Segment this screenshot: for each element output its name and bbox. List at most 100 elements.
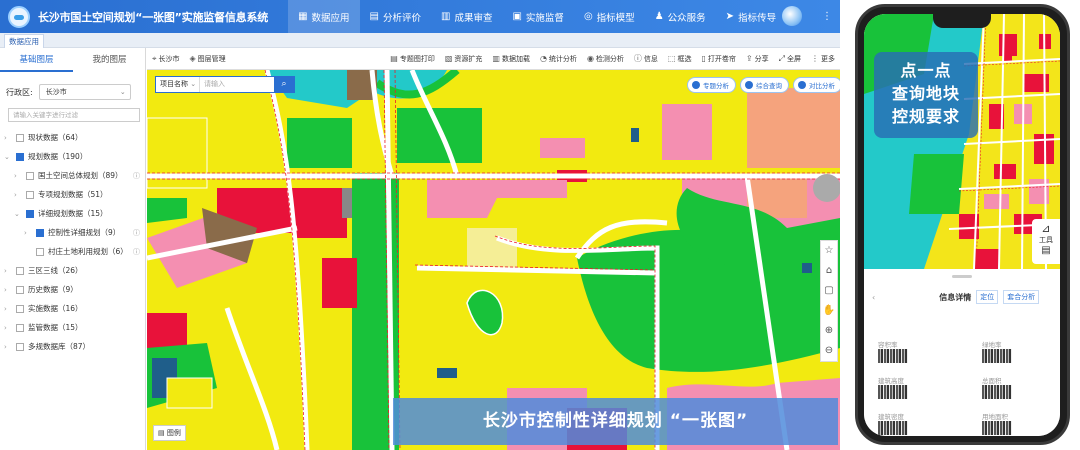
tree-node[interactable]: ⌄ 详细规划数据（15）	[4, 204, 144, 223]
toolbar-item[interactable]: ⬚ 框选	[663, 54, 697, 64]
expand-arrow-icon[interactable]: ⌄	[14, 210, 22, 218]
toolbar-item[interactable]: ⤢ 全屏	[774, 54, 806, 64]
map-tool-icon[interactable]: ☆	[821, 241, 837, 261]
layer-checkbox[interactable]	[36, 247, 44, 256]
toolbar-item[interactable]: ▧ 资源扩充	[440, 54, 488, 64]
tree-node[interactable]: ⌄ 规划数据（190）	[4, 147, 144, 166]
toolbar-item[interactable]: ⓘ 信息	[629, 53, 663, 64]
expand-arrow-icon[interactable]: ›	[4, 343, 12, 351]
tree-node[interactable]: 村庄土地利用规划（6） ⓘ	[4, 242, 144, 261]
nav-item[interactable]: ♟ 公众服务	[645, 0, 716, 33]
analysis-pills: 专题分析 综合查询 对比分析	[683, 77, 840, 93]
tree-node[interactable]: › 控制性详细规划（9） ⓘ	[4, 223, 144, 242]
app-title: 长沙市国土空间规划“一张图”实施监督信息系统	[38, 10, 269, 24]
map-tool-icon[interactable]: ⌂	[821, 261, 837, 281]
more-icon[interactable]: ⋮	[822, 11, 832, 22]
locate-button[interactable]: 定位	[976, 290, 999, 304]
tab-data-app[interactable]: 数据应用	[4, 34, 44, 49]
search-input[interactable]: 请输入	[200, 77, 274, 92]
layer-checkbox[interactable]	[26, 171, 34, 180]
region-select[interactable]: 长沙市 ⌄	[38, 84, 131, 100]
layer-label: 详细规划数据（15）	[38, 209, 108, 218]
attribute-label: 绿地率	[982, 341, 1002, 349]
attribute-value-redacted	[878, 385, 908, 399]
expand-arrow-icon[interactable]: ›	[4, 324, 12, 332]
map-tool-icon[interactable]: ⊕	[821, 321, 837, 341]
nav-item[interactable]: ▣ 实施监督	[502, 0, 573, 33]
layer-checkbox[interactable]	[26, 190, 34, 199]
expand-arrow-icon[interactable]: ›	[4, 134, 12, 142]
layer-checkbox[interactable]	[16, 133, 24, 142]
layer-label: 多规数据库（87）	[28, 342, 91, 351]
layer-checkbox[interactable]	[16, 342, 24, 351]
search-field-select[interactable]: 项目名称 ⌄	[156, 77, 200, 92]
nav-label: 分析评价	[382, 12, 421, 24]
back-icon[interactable]: ‹	[872, 293, 875, 302]
attribute-label: 总面积	[982, 377, 1002, 385]
toolbar-item[interactable]: ◔ 统计分析	[535, 54, 582, 64]
layer-label: 实施数据（16）	[28, 304, 83, 313]
tree-node[interactable]: › 三区三线（26）	[4, 261, 144, 280]
overlay-analysis-button[interactable]: 套合分析	[1003, 290, 1040, 304]
nav-item[interactable]: ◎ 指标模型	[574, 0, 645, 33]
map-tool-icon[interactable]: ⊖	[821, 341, 837, 361]
map-tool-icon[interactable]: ✋	[821, 301, 837, 321]
attribute-value-redacted	[878, 349, 908, 363]
expand-arrow-icon[interactable]: ›	[24, 229, 32, 237]
nav-item[interactable]: ▥ 成果审查	[431, 0, 502, 33]
analysis-pill[interactable]: 综合查询	[740, 77, 789, 93]
analysis-pill[interactable]: 专题分析	[687, 77, 736, 93]
analysis-pill[interactable]: 对比分析	[793, 77, 840, 93]
expand-arrow-icon[interactable]: ›	[4, 305, 12, 313]
phone-map[interactable]: 点一点 查询地块 控规要求 ⊿ 工具 ▤	[864, 14, 1060, 269]
layer-checkbox[interactable]	[16, 152, 24, 161]
expand-arrow-icon[interactable]: ›	[4, 267, 12, 275]
info-icon[interactable]: ⓘ	[133, 171, 140, 181]
sheet-grab-handle[interactable]	[952, 275, 972, 278]
toolbar-item[interactable]: ◉ 检测分析	[582, 54, 629, 64]
toolbar-item[interactable]: ▥ 数据加载	[487, 54, 535, 64]
nav-item[interactable]: ▤ 分析评价	[360, 0, 431, 33]
toolbar-item[interactable]: ▤ 专题图打印	[385, 54, 440, 64]
layer-checkbox[interactable]	[16, 323, 24, 332]
map-canvas[interactable]	[147, 48, 840, 450]
expand-arrow-icon[interactable]: ›	[14, 191, 22, 199]
toolbar-label: 打开卷帘	[707, 54, 736, 63]
pill-icon	[798, 81, 806, 89]
toolbar-item-left[interactable]: ◈ 图层管理	[185, 54, 231, 64]
layer-checkbox[interactable]	[16, 304, 24, 313]
attribute-label: 建筑高度	[878, 377, 904, 385]
info-icon[interactable]: ⓘ	[133, 247, 140, 257]
globe-icon[interactable]	[782, 6, 802, 26]
legend-button[interactable]: ▤ 图例	[153, 425, 186, 441]
phone-tools-button[interactable]: ⊿ 工具 ▤	[1032, 219, 1060, 264]
tree-node[interactable]: › 现状数据（64）	[4, 128, 144, 147]
tree-node[interactable]: › 专项规划数据（51）	[4, 185, 144, 204]
expand-arrow-icon[interactable]: ›	[4, 286, 12, 294]
layer-checkbox[interactable]	[26, 209, 34, 218]
toolbar-item[interactable]: ⇪ 分享	[741, 54, 774, 64]
tab-base-layers[interactable]: 基础图层	[0, 48, 73, 72]
search-button[interactable]: ⌕	[274, 77, 294, 92]
layer-checkbox[interactable]	[16, 266, 24, 275]
layer-checkbox[interactable]	[36, 228, 44, 237]
nav-item[interactable]: ➤ 指标传导	[716, 0, 786, 33]
tree-node[interactable]: › 国土空间总体规划（89） ⓘ	[4, 166, 144, 185]
toolbar-item[interactable]: ▯ 打开卷帘	[696, 54, 740, 64]
tree-node[interactable]: › 多规数据库（87）	[4, 337, 144, 356]
expand-arrow-icon[interactable]: ⌄	[4, 153, 12, 161]
layer-filter-input[interactable]: 请输入关键字进行过滤	[8, 108, 140, 122]
layer-checkbox[interactable]	[16, 285, 24, 294]
tree-node[interactable]: › 监管数据（15）	[4, 318, 144, 337]
nav-item[interactable]: ▦ 数据应用	[288, 0, 360, 33]
expand-arrow-icon[interactable]: ›	[14, 172, 22, 180]
tab-my-layers[interactable]: 我的图层	[73, 48, 146, 72]
info-icon[interactable]: ⓘ	[133, 228, 140, 238]
callout-line-1: 点一点	[900, 61, 952, 80]
layer-label: 历史数据（9）	[28, 285, 78, 294]
toolbar-item-left[interactable]: ⌖ 长沙市	[147, 54, 185, 64]
tree-node[interactable]: › 实施数据（16）	[4, 299, 144, 318]
toolbar-item[interactable]: ⋮ 更多	[806, 54, 840, 64]
tree-node[interactable]: › 历史数据（9）	[4, 280, 144, 299]
map-tool-icon[interactable]: ▢	[821, 281, 837, 301]
